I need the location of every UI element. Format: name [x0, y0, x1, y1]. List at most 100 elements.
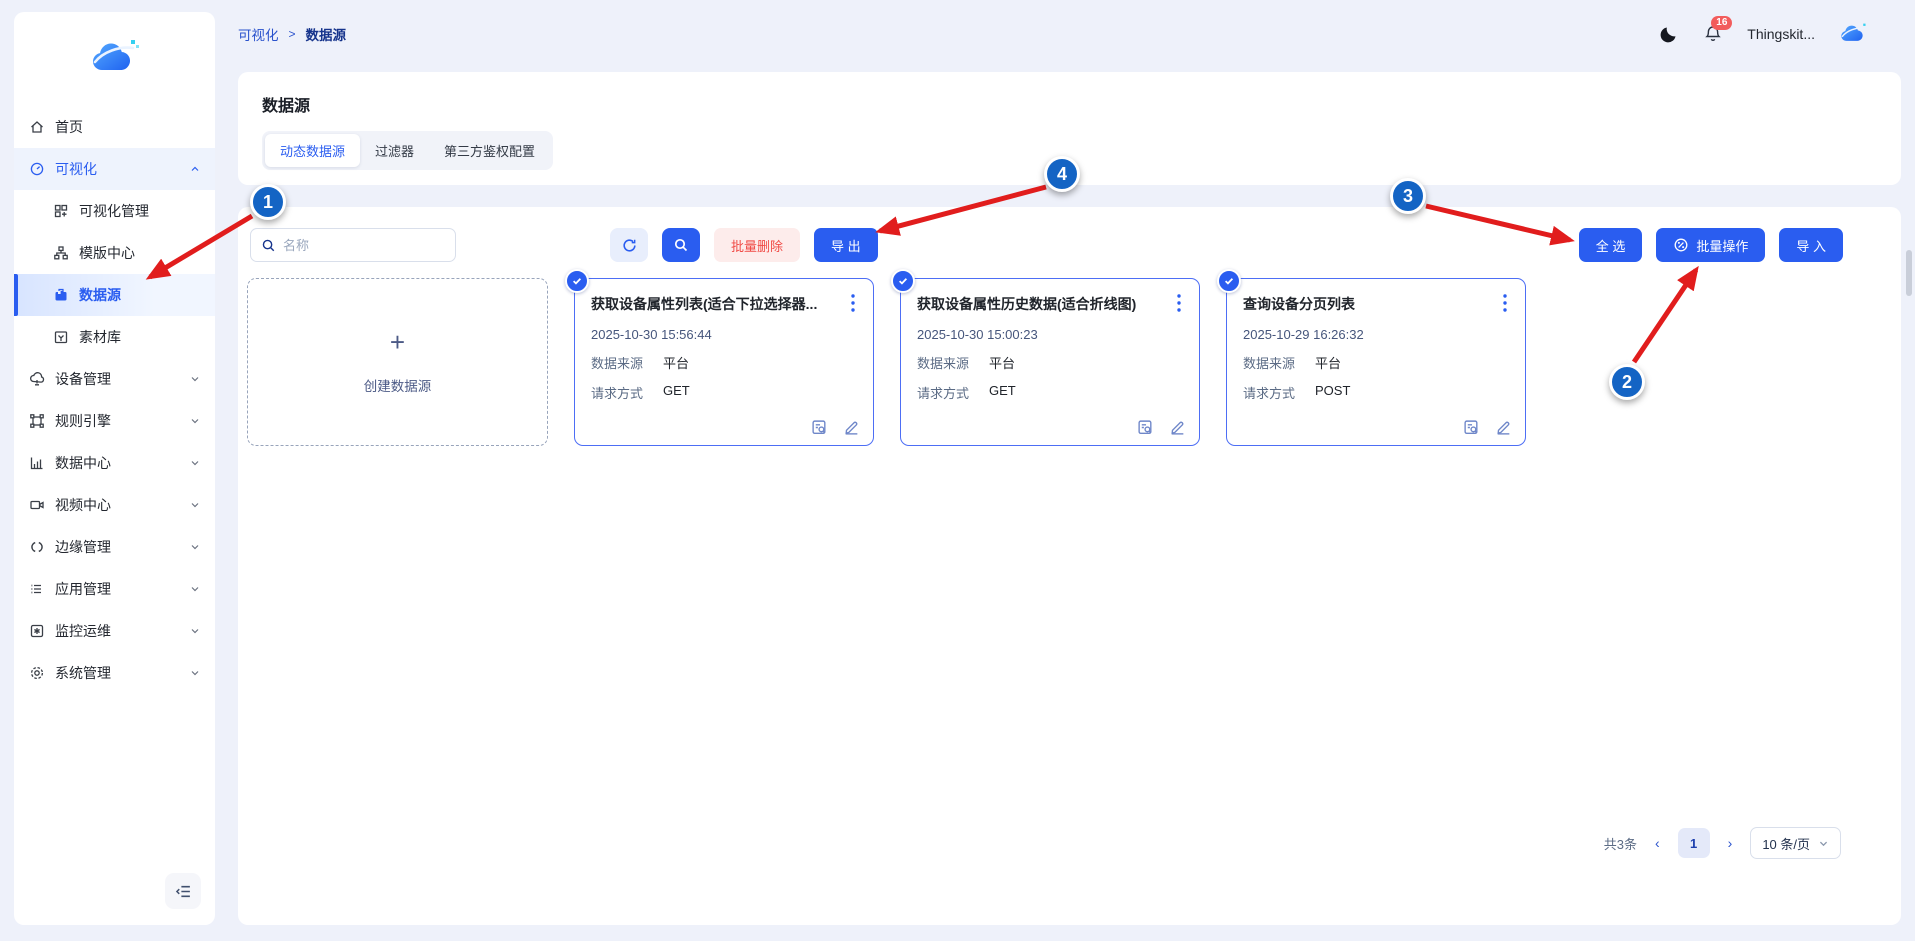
card-method-row: 请求方式 POST	[1243, 383, 1509, 402]
sidebar-item-rule-engine[interactable]: 规则引擎	[14, 400, 215, 442]
card-menu-button[interactable]	[1169, 292, 1189, 314]
source-label: 数据来源	[917, 353, 989, 372]
sidebar-item-home[interactable]: 首页	[14, 106, 215, 148]
chevron-down-icon	[189, 667, 201, 679]
moon-icon	[1659, 24, 1679, 44]
card-date: 2025-10-30 15:56:44	[591, 327, 857, 342]
card-menu-button[interactable]	[1495, 292, 1515, 314]
sidebar-item-data-center[interactable]: 数据中心	[14, 442, 215, 484]
breadcrumb-visualization[interactable]: 可视化	[238, 24, 279, 44]
sidebar-collapse-button[interactable]	[165, 873, 201, 909]
tab-dynamic-datasource[interactable]: 动态数据源	[265, 134, 360, 167]
avatar[interactable]	[1839, 19, 1869, 49]
source-label: 数据来源	[1243, 353, 1315, 372]
method-value: GET	[989, 383, 1016, 402]
datasource-card[interactable]: 查询设备分页列表 2025-10-29 16:26:32 数据来源 平台 请求方…	[1226, 278, 1526, 446]
sidebar-item-datasource[interactable]: 数据源	[14, 274, 215, 316]
sidebar-item-label: 素材库	[79, 327, 121, 347]
card-menu-button[interactable]	[843, 292, 863, 314]
card-title: 查询设备分页列表	[1243, 294, 1483, 314]
plus-icon: +	[390, 329, 405, 355]
sidebar-item-visualization-management[interactable]: 可视化管理	[14, 190, 215, 232]
card-footer	[1463, 419, 1512, 436]
selected-check-badge[interactable]	[565, 269, 589, 293]
sidebar-item-visualization[interactable]: 可视化	[14, 148, 215, 190]
tab-third-party-auth[interactable]: 第三方鉴权配置	[429, 134, 550, 167]
search-input[interactable]	[283, 238, 445, 253]
preview-detail-icon[interactable]	[1137, 419, 1154, 436]
breadcrumb: 可视化 > 数据源	[238, 24, 346, 44]
sidebar-item-app-management[interactable]: 应用管理	[14, 568, 215, 610]
card-title: 获取设备属性历史数据(适合折线图)	[917, 294, 1157, 314]
create-datasource-card[interactable]: + 创建数据源	[247, 278, 548, 446]
sidebar: 首页 可视化 可视化管理 模版中心 数据源 素材库 设备管理	[14, 12, 215, 925]
next-page-button[interactable]: ›	[1722, 831, 1739, 855]
page-number[interactable]: 1	[1678, 828, 1710, 858]
page-size-select[interactable]: 10 条/页	[1750, 827, 1841, 859]
topbar-actions: 16 Thingskit...	[1659, 19, 1901, 49]
card-date: 2025-10-29 16:26:32	[1243, 327, 1509, 342]
kebab-icon	[1503, 294, 1507, 312]
check-icon	[1223, 275, 1235, 287]
gear-icon	[28, 665, 45, 682]
scrollbar-thumb[interactable]	[1906, 250, 1912, 296]
selected-check-badge[interactable]	[1217, 269, 1241, 293]
sidebar-item-material-library[interactable]: 素材库	[14, 316, 215, 358]
notifications-button[interactable]: 16	[1703, 24, 1723, 44]
chevron-up-icon	[189, 163, 201, 175]
sidebar-item-template-center[interactable]: 模版中心	[14, 232, 215, 274]
card-date: 2025-10-30 15:00:23	[917, 327, 1183, 342]
breadcrumb-separator: >	[289, 27, 296, 41]
sidebar-item-monitor-ops[interactable]: 监控运维	[14, 610, 215, 652]
dashboard-icon	[28, 161, 45, 178]
datasource-card[interactable]: 获取设备属性列表(适合下拉选择器... 2025-10-30 15:56:44 …	[574, 278, 874, 446]
sidebar-item-label: 边缘管理	[55, 537, 111, 557]
batch-operation-button[interactable]: 批量操作	[1656, 228, 1765, 262]
refresh-button[interactable]	[610, 228, 648, 262]
datasource-icon	[52, 287, 69, 304]
sidebar-item-label: 设备管理	[55, 369, 111, 389]
sidebar-item-label: 规则引擎	[55, 411, 111, 431]
toolbar: 批量删除 导 出 全 选 批量操作 导 入	[250, 228, 1843, 262]
method-value: POST	[1315, 383, 1350, 402]
edge-icon	[28, 539, 45, 556]
method-label: 请求方式	[917, 383, 989, 402]
sidebar-item-label: 数据中心	[55, 453, 111, 473]
source-label: 数据来源	[591, 353, 663, 372]
sidebar-item-label: 首页	[55, 117, 83, 137]
dark-mode-toggle[interactable]	[1659, 24, 1679, 44]
rule-engine-icon	[28, 413, 45, 430]
user-menu[interactable]: Thingskit...	[1747, 26, 1815, 42]
source-value: 平台	[663, 353, 689, 372]
export-button[interactable]: 导 出	[814, 228, 878, 262]
import-button[interactable]: 导 入	[1779, 228, 1843, 262]
app-logo[interactable]	[14, 12, 215, 104]
sidebar-item-video-center[interactable]: 视频中心	[14, 484, 215, 526]
edit-icon[interactable]	[1169, 419, 1186, 436]
datasource-card[interactable]: 获取设备属性历史数据(适合折线图) 2025-10-30 15:00:23 数据…	[900, 278, 1200, 446]
annotation-badge-1: 1	[250, 184, 286, 220]
search-button[interactable]	[662, 228, 700, 262]
home-icon	[28, 119, 45, 136]
sidebar-item-device-management[interactable]: 设备管理	[14, 358, 215, 400]
sidebar-item-label: 数据源	[79, 285, 121, 305]
preview-detail-icon[interactable]	[1463, 419, 1480, 436]
kebab-icon	[1177, 294, 1181, 312]
select-all-button[interactable]: 全 选	[1579, 228, 1643, 262]
selected-check-badge[interactable]	[891, 269, 915, 293]
tab-filter[interactable]: 过滤器	[360, 134, 429, 167]
sidebar-item-system-management[interactable]: 系统管理	[14, 652, 215, 694]
breadcrumb-datasource: 数据源	[306, 24, 347, 44]
prev-page-button[interactable]: ‹	[1649, 831, 1666, 855]
preview-detail-icon[interactable]	[811, 419, 828, 436]
video-camera-icon	[28, 497, 45, 514]
annotation-badge-4: 4	[1044, 156, 1080, 192]
edit-icon[interactable]	[1495, 419, 1512, 436]
sidebar-item-label: 系统管理	[55, 663, 111, 683]
batch-delete-button[interactable]: 批量删除	[714, 228, 800, 262]
chevron-down-icon	[1818, 838, 1829, 849]
sidebar-item-edge-management[interactable]: 边缘管理	[14, 526, 215, 568]
cloud-logo-icon	[89, 38, 141, 78]
edit-icon[interactable]	[843, 419, 860, 436]
sidebar-item-label: 可视化管理	[79, 201, 149, 221]
